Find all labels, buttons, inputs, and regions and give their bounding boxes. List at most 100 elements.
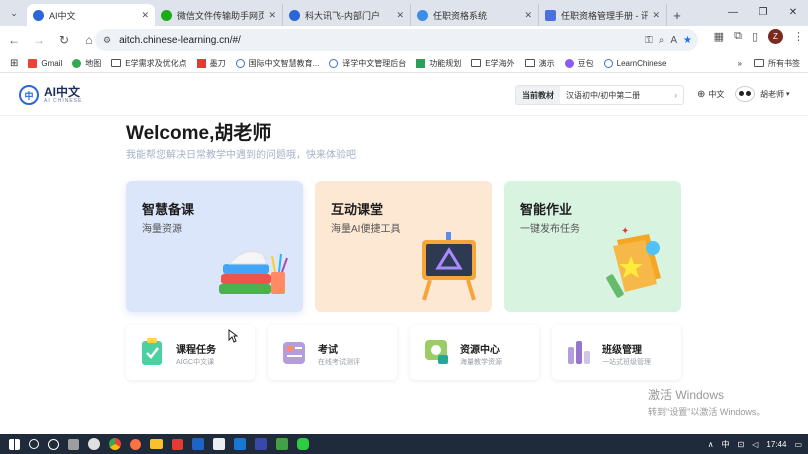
- close-icon[interactable]: ✕: [524, 10, 532, 21]
- task-view-icon[interactable]: [48, 438, 59, 450]
- ime-indicator[interactable]: 中: [722, 439, 730, 450]
- network-icon[interactable]: ⊡: [738, 440, 745, 449]
- close-icon[interactable]: ✕: [652, 10, 660, 21]
- globe-icon: [603, 58, 613, 68]
- app-logo[interactable]: 中 AI中文 AI CHINESE: [19, 85, 82, 105]
- welcome-title: Welcome,胡老师: [126, 123, 272, 144]
- card-subtitle: AIGC中文课: [176, 359, 215, 366]
- zoom-icon[interactable]: ⌕: [659, 35, 665, 46]
- logo-subtitle: AI CHINESE: [44, 98, 83, 104]
- card-subtitle: 海量AI便捷工具: [331, 224, 401, 235]
- blackboard-illustration-icon: [422, 232, 476, 301]
- menu-kebab-icon[interactable]: ⋮: [793, 30, 804, 43]
- app-blue-icon[interactable]: [234, 438, 246, 450]
- card-title: 课程任务: [176, 345, 216, 356]
- search-app-icon[interactable]: [130, 438, 141, 450]
- profile-avatar[interactable]: Z: [768, 29, 783, 44]
- chrome-icon[interactable]: [109, 438, 121, 450]
- folder-icon: [111, 59, 122, 67]
- tab-qualification-manual[interactable]: 任职资格管理手册 - 讯飞 ✕: [539, 4, 667, 26]
- bookmark-maps[interactable]: 地图: [72, 58, 101, 69]
- bookmark-folder-exue[interactable]: E学需求及优化点: [111, 58, 187, 69]
- bookmark-doubao[interactable]: 豆包: [564, 58, 594, 69]
- app-indigo-icon[interactable]: [255, 438, 267, 450]
- resource-icon: [425, 340, 448, 364]
- user-name: 胡老师: [760, 89, 784, 99]
- wechat-icon[interactable]: [297, 438, 309, 450]
- bookmark-star-icon[interactable]: ★: [683, 35, 692, 46]
- card-resource-center[interactable]: 资源中心 海量教学资源: [410, 325, 539, 380]
- forward-icon[interactable]: →: [28, 29, 50, 51]
- tab-search-icon[interactable]: ⌄: [5, 4, 23, 22]
- site-info-icon[interactable]: ⚙: [103, 35, 111, 46]
- password-key-icon[interactable]: ⚿: [645, 35, 653, 46]
- bookmark-planning[interactable]: 功能规划: [416, 58, 461, 69]
- bookmark-folder-demo[interactable]: 演示: [524, 58, 555, 69]
- textbook-selector[interactable]: 当前教材 汉语初中/初中第二册 ›: [515, 85, 684, 105]
- all-bookmarks[interactable]: 所有书签: [754, 58, 800, 69]
- translate-icon[interactable]: A: [670, 35, 677, 46]
- card-title: 智慧备课: [142, 202, 195, 217]
- mouse-cursor-icon: [228, 329, 238, 343]
- card-interactive-class[interactable]: 互动课堂 海量AI便捷工具: [315, 181, 492, 312]
- gmail-icon: [28, 58, 38, 68]
- app-red-icon[interactable]: [172, 438, 183, 450]
- address-bar[interactable]: ⚙ aitch.chinese-learning.cn/#/ ⚿ ⌕ A ★: [95, 29, 698, 51]
- card-title: 考试: [318, 345, 338, 356]
- word-icon[interactable]: [192, 438, 204, 450]
- panda-app-icon[interactable]: [88, 438, 100, 450]
- bookmark-folder-overseas[interactable]: E学海外: [471, 58, 515, 69]
- new-tab-button[interactable]: +: [667, 4, 687, 26]
- wechat-favicon-icon: [161, 9, 172, 21]
- tab-ai-chinese[interactable]: AI中文 ✕: [27, 4, 155, 26]
- volume-icon[interactable]: ◁: [752, 440, 758, 449]
- card-subtitle: 海量资源: [142, 224, 182, 235]
- tab-iflytek-portal[interactable]: 科大讯飞-内部门户 ✕: [283, 4, 411, 26]
- card-subtitle: 海量教学资源: [460, 359, 502, 366]
- app-green-icon[interactable]: [276, 438, 288, 450]
- search-icon[interactable]: [29, 439, 39, 449]
- tab-qualification-system[interactable]: 任职资格系统 ✕: [411, 4, 539, 26]
- apps-grid-icon[interactable]: ⊞: [10, 58, 18, 69]
- language-switch[interactable]: ⊕ 中文: [697, 89, 724, 100]
- chevron-up-icon[interactable]: ∧: [708, 440, 714, 449]
- maps-icon: [72, 58, 82, 68]
- restore-icon[interactable]: ❐: [748, 0, 778, 24]
- notification-icon[interactable]: ▭: [794, 440, 802, 449]
- card-title: 互动课堂: [331, 202, 384, 217]
- bookmarks-more[interactable]: »: [738, 59, 742, 68]
- qr-icon[interactable]: ▦: [714, 30, 724, 43]
- extensions-icon[interactable]: ⧉: [734, 30, 742, 43]
- bookmark-learnchinese[interactable]: LearnChinese: [603, 58, 666, 68]
- windows-start-icon[interactable]: [9, 438, 20, 450]
- chevron-right-icon: ›: [674, 90, 677, 100]
- minimize-icon[interactable]: —: [718, 0, 748, 24]
- bookmarks-right: » 所有书签: [738, 58, 800, 69]
- card-smart-lesson-prep[interactable]: 智慧备课 海量资源: [126, 181, 303, 312]
- close-icon[interactable]: ✕: [268, 10, 276, 21]
- reload-icon[interactable]: ↻: [53, 29, 75, 51]
- doubao-icon: [564, 58, 574, 68]
- sidebar-icon[interactable]: ▯: [752, 30, 758, 43]
- card-class-management[interactable]: 班级管理 一站式班级管理: [552, 325, 681, 380]
- bookmark-admin[interactable]: 译学中文管理后台: [329, 58, 406, 69]
- user-menu[interactable]: 胡老师 ▾: [735, 86, 790, 102]
- card-exam[interactable]: 考试 在线考试测评: [268, 325, 397, 380]
- card-smart-homework[interactable]: 智能作业 一键发布任务 ✦: [504, 181, 681, 312]
- clock[interactable]: 17:44: [766, 440, 786, 449]
- bookmark-modao[interactable]: 墨刀: [196, 58, 226, 69]
- app-white-icon[interactable]: [213, 438, 225, 450]
- window-close-icon[interactable]: ✕: [778, 0, 808, 24]
- close-icon[interactable]: ✕: [141, 10, 149, 21]
- tab-wechat[interactable]: 微信文件传输助手网页版 ✕: [155, 4, 283, 26]
- url-text[interactable]: aitch.chinese-learning.cn/#/: [119, 35, 241, 46]
- back-icon[interactable]: ←: [3, 29, 25, 51]
- file-explorer-icon[interactable]: [150, 439, 163, 449]
- bookmark-gmail[interactable]: Gmail: [28, 58, 62, 68]
- welcome-subtitle: 我能帮您解决日常教学中遇到的问题哦，快来体验吧: [126, 150, 356, 161]
- windows-activation-watermark: 激活 Windows 转到"设置"以激活 Windows。: [648, 386, 765, 418]
- widgets-icon[interactable]: [68, 438, 79, 450]
- card-title: 资源中心: [460, 345, 500, 356]
- close-icon[interactable]: ✕: [396, 10, 404, 21]
- bookmark-intl-chinese[interactable]: 国际中文智慧教育...: [235, 58, 319, 69]
